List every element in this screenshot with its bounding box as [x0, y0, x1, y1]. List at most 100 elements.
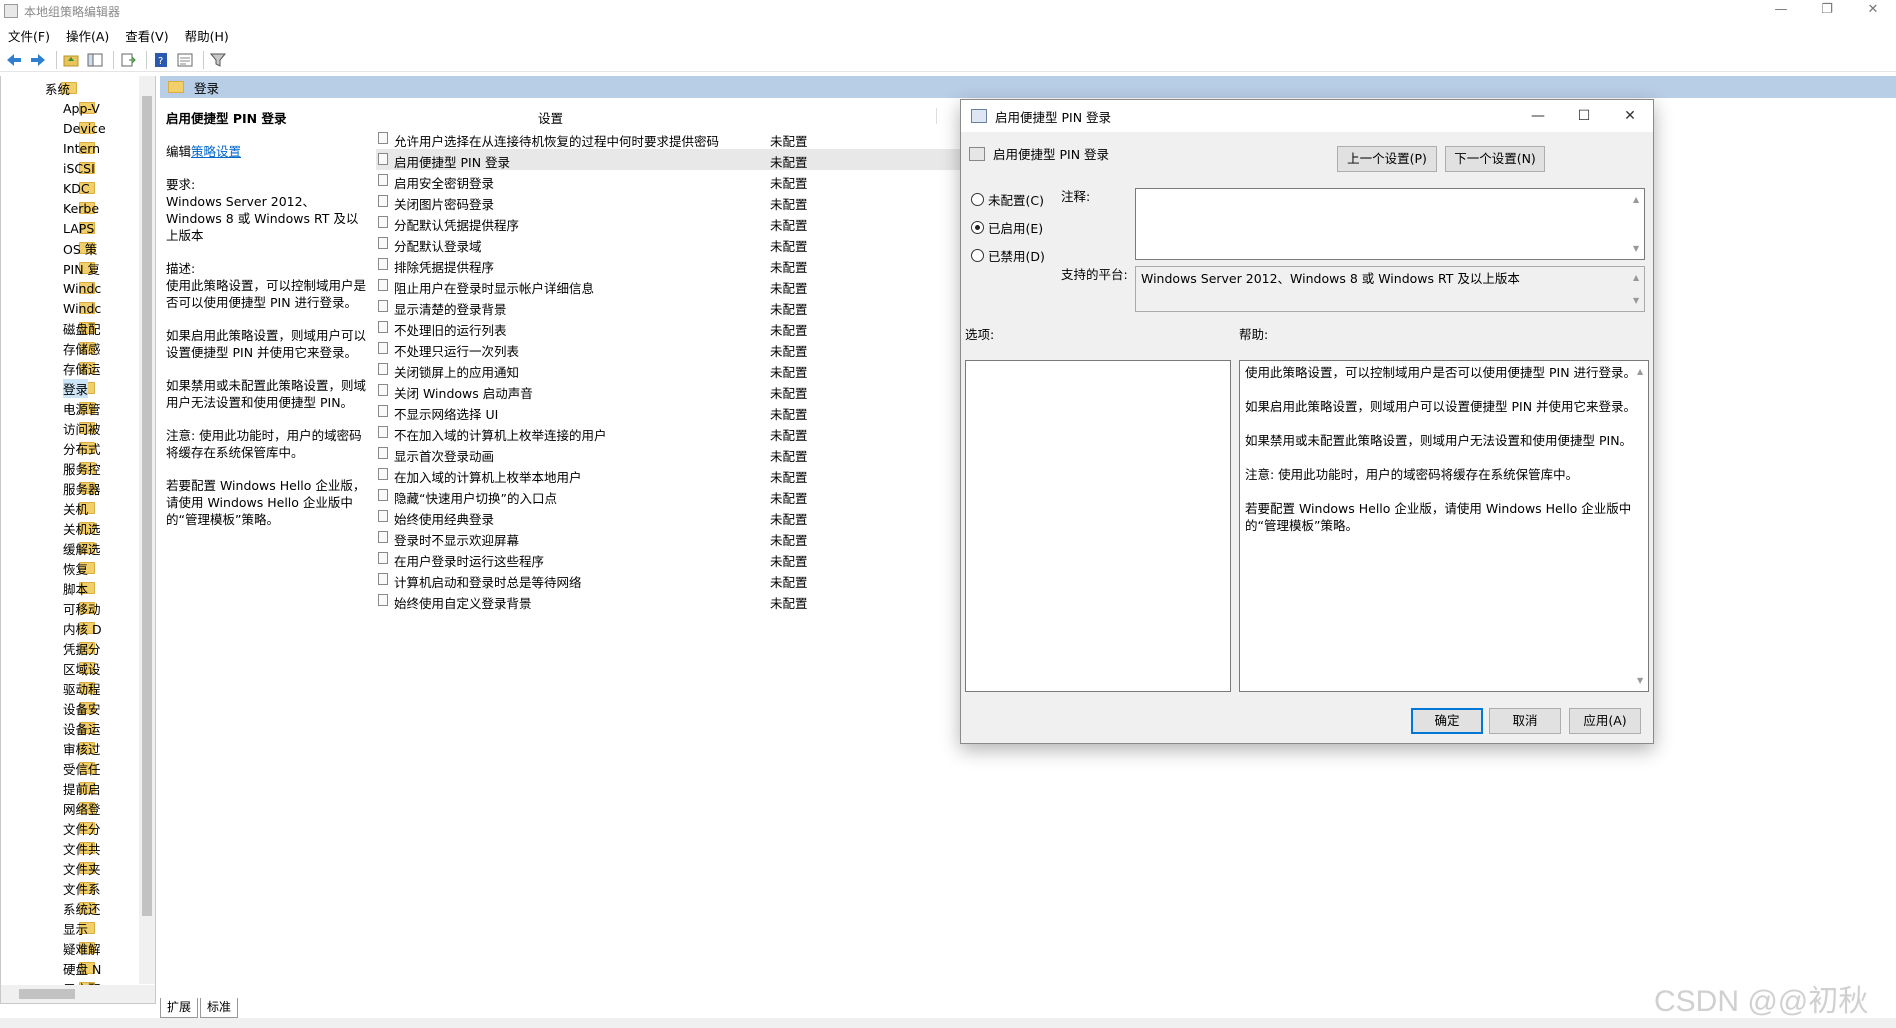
cancel-button[interactable]: 取消 [1489, 708, 1561, 734]
policy-setting-icon [378, 195, 388, 207]
radio-dot[interactable] [971, 249, 984, 262]
column-divider[interactable] [936, 108, 937, 124]
policy-name: 计算机启动和登录时总是等待网络 [394, 575, 582, 590]
tree-item[interactable]: 恢复 [1, 558, 141, 578]
tree-item[interactable]: 区域设 [1, 658, 141, 678]
platform-scrollbar[interactable]: ▲ ▼ [1630, 267, 1644, 311]
tree-item-label: 服务器 [63, 481, 101, 497]
help-paragraph: 如果启用此策略设置，则域用户可以设置便捷型 PIN 并使用它来登录。 [1245, 399, 1637, 414]
next-setting-button[interactable]: 下一个设置(N) [1445, 146, 1545, 172]
maximize-icon[interactable]: ☐ [1561, 100, 1607, 132]
tree-item[interactable]: 存储运 [1, 358, 141, 378]
tree-item[interactable]: › 电源管 [1, 398, 141, 418]
tree-item[interactable]: 受信任 [1, 758, 141, 778]
tree-vertical-scrollbar[interactable] [139, 76, 155, 984]
restore-icon[interactable]: ❐ [1804, 0, 1850, 22]
tree-item[interactable]: 内核 D [1, 618, 141, 638]
tree-item[interactable]: › 分布式 [1, 438, 141, 458]
tree-item[interactable]: ⌄ 系统 [1, 78, 141, 98]
tree-item[interactable]: 登录 [1, 378, 141, 398]
tree-item[interactable]: PIN 复 [1, 258, 141, 278]
description-text: 若要配置 Windows Hello 企业版，请使用 Windows Hello… [166, 478, 366, 527]
tree-item[interactable]: 磁盘配 [1, 318, 141, 338]
up-folder-icon[interactable] [61, 50, 81, 70]
tree-item[interactable]: OS 策 [1, 238, 141, 258]
radio-dot[interactable] [971, 221, 984, 234]
tree-item-label: 关机选 [63, 521, 101, 537]
tree-item[interactable]: › 设备安 [1, 698, 141, 718]
properties-icon[interactable] [175, 50, 195, 70]
tree-item[interactable]: 驱动程 [1, 678, 141, 698]
help-icon[interactable]: ? [151, 50, 171, 70]
menu-action[interactable]: 操作(A) [58, 26, 117, 45]
tree-item[interactable]: › Intern [1, 138, 141, 158]
menu-help[interactable]: 帮助(H) [177, 26, 237, 45]
tree-item[interactable]: 可移动 [1, 598, 141, 618]
tree-item[interactable]: 缓解选 [1, 538, 141, 558]
tree-item[interactable]: › App-V [1, 98, 141, 118]
tree-item[interactable]: 凭据分 [1, 638, 141, 658]
tree-item[interactable]: Kerbe [1, 198, 141, 218]
tree-item-label: 缓解选 [63, 541, 101, 557]
radio-disabled[interactable]: 已禁用(D) [971, 246, 1045, 265]
tree-item[interactable]: LAPS [1, 218, 141, 238]
tree-item[interactable]: 关机 [1, 498, 141, 518]
show-hide-tree-icon[interactable] [85, 50, 105, 70]
tree-item[interactable]: 文件分 [1, 818, 141, 838]
policy-name: 分配默认凭据提供程序 [394, 218, 520, 233]
minimize-icon[interactable]: — [1758, 0, 1804, 22]
tree-item[interactable]: 脚本 [1, 578, 141, 598]
tree-item[interactable]: 系统还 [1, 898, 141, 918]
tree-item[interactable]: › 服务控 [1, 458, 141, 478]
scrollbar-thumb[interactable] [19, 989, 75, 999]
menu-file[interactable]: 文件(F) [0, 26, 58, 45]
description-text: 如果启用此策略设置，则域用户可以设置便捷型 PIN 并使用它来登录。 [166, 328, 367, 360]
tree-item[interactable]: 文件共 [1, 838, 141, 858]
radio-dot[interactable] [971, 193, 984, 206]
close-icon[interactable]: ✕ [1607, 100, 1653, 132]
tree-item[interactable]: 访问被 [1, 418, 141, 438]
tree-item[interactable]: 显示 [1, 918, 141, 938]
tree-item[interactable]: › 网络登 [1, 798, 141, 818]
policy-name: 启用便捷型 PIN 登录 [394, 155, 511, 170]
comment-textarea[interactable]: ▲ ▼ [1135, 188, 1645, 260]
menu-view[interactable]: 查看(V) [117, 26, 176, 45]
tab-standard[interactable]: 标准 [200, 998, 239, 1018]
previous-setting-button[interactable]: 上一个设置(P) [1337, 146, 1437, 172]
scrollbar-thumb[interactable] [142, 96, 152, 916]
export-list-icon[interactable] [118, 50, 138, 70]
tree-item[interactable]: › 疑难解 [1, 938, 141, 958]
back-arrow-icon[interactable] [4, 50, 24, 70]
forward-arrow-icon[interactable] [28, 50, 48, 70]
tree-item-label: Kerbe [63, 200, 100, 216]
tab-extended[interactable]: 扩展 [160, 998, 199, 1018]
tree-item[interactable]: › 文件系 [1, 878, 141, 898]
filter-icon[interactable] [208, 50, 228, 70]
tree-item[interactable]: › iSCSI [1, 158, 141, 178]
minimize-icon[interactable]: — [1515, 100, 1561, 132]
close-icon[interactable]: ✕ [1850, 0, 1896, 22]
edit-policy-link[interactable]: 策略设置 [191, 144, 241, 159]
tree-item[interactable]: 存储感 [1, 338, 141, 358]
tree-item[interactable]: Device [1, 118, 141, 138]
ok-button[interactable]: 确定 [1411, 708, 1483, 734]
column-header-setting[interactable]: 设置 [538, 108, 563, 127]
tree-horizontal-scrollbar[interactable] [1, 985, 155, 1003]
help-scrollbar[interactable]: ▲ ▼ [1634, 361, 1648, 691]
tree-item[interactable]: KDC [1, 178, 141, 198]
tree-item[interactable]: 服务器 [1, 478, 141, 498]
tree-item[interactable]: 设备运 [1, 718, 141, 738]
tree-item[interactable]: 审核过 [1, 738, 141, 758]
tree-item[interactable]: › Windc [1, 278, 141, 298]
radio-enabled[interactable]: 已启用(E) [971, 218, 1043, 237]
tree-item[interactable]: 关机选 [1, 518, 141, 538]
comment-scrollbar[interactable]: ▲ ▼ [1630, 189, 1644, 259]
tree-item[interactable]: 提前启 [1, 778, 141, 798]
tree-item[interactable]: 文件夹 [1, 858, 141, 878]
policy-name: 关闭 Windows 启动声音 [394, 386, 533, 401]
tree-item[interactable]: Windc [1, 298, 141, 318]
apply-button[interactable]: 应用(A) [1569, 708, 1641, 734]
policy-setting-icon [378, 426, 388, 438]
tree-item[interactable]: 硬盘 N [1, 958, 141, 978]
radio-not-configured[interactable]: 未配置(C) [971, 190, 1044, 209]
